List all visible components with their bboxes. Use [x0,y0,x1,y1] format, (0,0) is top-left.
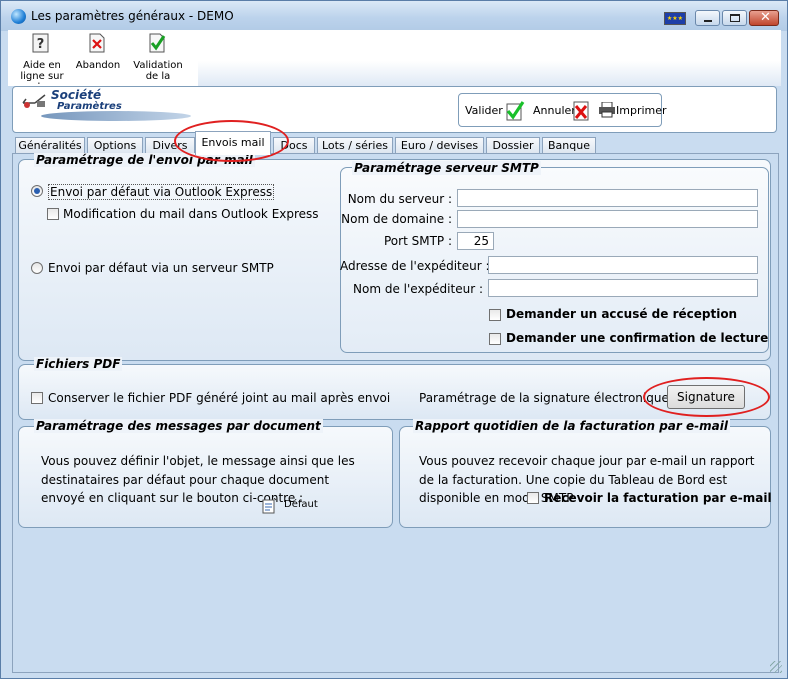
printer-icon [599,102,615,118]
imprimer-button[interactable]: Imprimer [598,100,667,122]
valider-check-icon [506,101,525,121]
tab-banque[interactable]: Banque [542,137,596,153]
chk-modify-mail-label[interactable]: Modification du mail dans Outlook Expres… [63,207,319,221]
server-label: Nom du serveur : [347,192,452,206]
eu-flag-icon: ★★★ [664,12,686,25]
help-button[interactable]: ? Aide en ligne sur le [16,30,66,86]
sender-name-label: Nom de l'expéditeur : [353,282,483,296]
port-input[interactable]: 25 [457,232,494,250]
signature-setting-label: Paramétrage de la signature électronique… [419,391,677,405]
domain-input[interactable] [457,210,758,228]
document-settings-icon [262,498,277,514]
abandon-button[interactable]: Abandon [72,30,122,86]
annuler-button[interactable]: Annuler [533,100,593,122]
valider-label: Valider [465,104,503,117]
sender-name-input[interactable] [488,279,758,297]
default-button[interactable]: Défaut [262,496,318,516]
abandon-label: Abandon [75,60,121,71]
help-label: Aide en ligne sur le [20,60,64,84]
radio-smtp-label[interactable]: Envoi par défaut via un serveur SMTP [48,261,274,275]
window-title: Les paramètres généraux - DEMO [31,9,234,23]
signature-button-label: Signature [677,390,735,404]
radio-smtp[interactable] [31,262,43,274]
mail-settings-title: Paramétrage de l'envoi par mail [34,153,255,167]
toolbar: ? Aide en ligne sur le Abandon Validatio… [8,30,781,86]
chk-read-confirmation[interactable] [489,333,501,345]
maximize-button[interactable] [722,10,747,26]
annuler-label: Annuler [533,104,576,117]
abandon-icon [89,33,105,53]
tab-envois-mail[interactable]: Envois mail [195,131,271,155]
signature-button[interactable]: Signature [667,385,745,409]
close-icon: ✕ [760,10,771,25]
title-bar[interactable]: Les paramètres généraux - DEMO ★★★ ✕ [1,1,787,31]
app-globe-icon [11,9,26,24]
settings-logo-icon [22,94,46,108]
annuler-x-icon [573,101,589,121]
logo-line1: Société [51,88,102,102]
validate-checkmark-icon [149,33,166,53]
chk-receive-report-label[interactable]: Recevoir la facturation par e-mail [544,491,772,505]
validate-button[interactable]: Validation de la [128,30,188,86]
tab-divers[interactable]: Divers [145,137,195,153]
tab-euro-devises[interactable]: Euro / devises [395,137,484,153]
chk-receipt-label[interactable]: Demander un accusé de réception [506,307,737,321]
report-title: Rapport quotidien de la facturation par … [413,419,730,433]
chk-modify-mail[interactable] [47,208,59,220]
sender-address-input[interactable] [488,256,758,274]
logo-swoosh [41,111,191,121]
chk-keep-pdf-label[interactable]: Conserver le fichier PDF généré joint au… [48,391,390,405]
help-icon: ? [32,33,49,53]
tab-dossier[interactable]: Dossier [486,137,540,153]
radio-outlook-label[interactable]: Envoi par défaut via Outlook Express [48,184,275,200]
valider-button[interactable]: Valider [465,100,527,122]
radio-outlook[interactable] [31,185,43,197]
toolbar-band [198,30,781,86]
domain-label: Nom de domaine : [341,212,452,226]
validate-label: Validation de la [133,60,183,82]
tab-lots-series[interactable]: Lots / séries [317,137,393,153]
chk-keep-pdf[interactable] [31,392,43,404]
company-logo: Société Paramètres [21,88,191,129]
chk-read-confirmation-label[interactable]: Demander une confirmation de lecture [506,331,768,345]
port-label: Port SMTP : [384,234,452,248]
tab-generalites[interactable]: Généralités [15,137,85,153]
action-box: Valider Annuler Imprimer [458,93,667,127]
sender-address-label: Adresse de l'expéditeur : [340,259,490,273]
svg-text:?: ? [37,37,45,52]
default-button-label: Défaut [284,499,318,510]
tab-options[interactable]: Options [87,137,143,153]
imprimer-label: Imprimer [616,104,667,117]
chk-receive-report[interactable] [527,492,539,504]
server-input[interactable] [457,189,758,207]
chk-receipt[interactable] [489,309,501,321]
smtp-title: Paramétrage serveur SMTP [352,161,541,175]
pdf-title: Fichiers PDF [34,357,123,371]
messages-title: Paramétrage des messages par document [34,419,323,433]
resize-grip[interactable] [770,661,782,673]
minimize-button[interactable] [695,10,720,26]
close-button[interactable]: ✕ [749,10,779,26]
tab-docs[interactable]: Docs [273,137,315,153]
logo-line2: Paramètres [57,101,122,112]
